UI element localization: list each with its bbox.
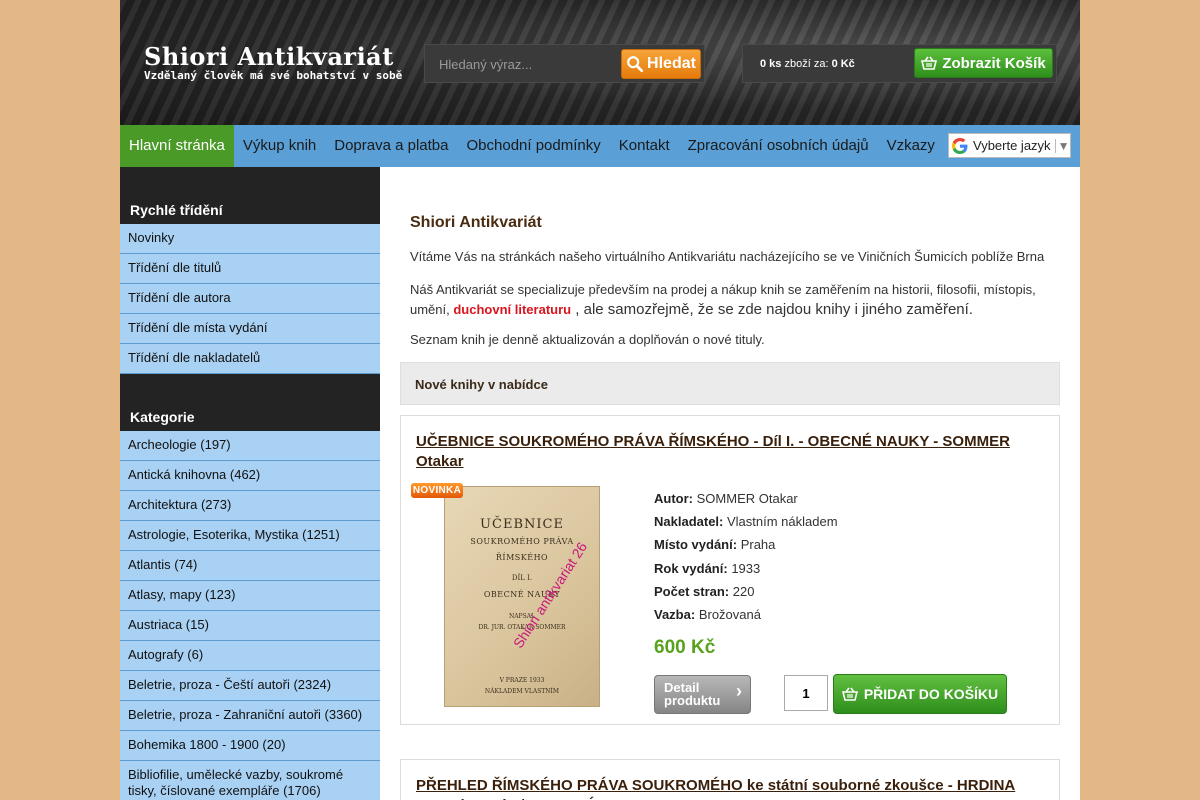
- search-input[interactable]: [431, 49, 617, 79]
- spec-author: Autor: SOMMER Otakar: [654, 487, 838, 510]
- search-box: Hledat: [424, 44, 705, 83]
- language-label: Vyberte jazyk: [973, 138, 1051, 153]
- sidebar: Rychlé třídění Novinky Třídění dle titul…: [120, 167, 380, 800]
- cart-total: 0 Kč: [831, 58, 855, 70]
- spec-value: Brožovaná: [698, 607, 761, 623]
- product-specs: Autor: SOMMER Otakar Nakladatel: Vlastní…: [654, 487, 838, 626]
- sidebar-item-category[interactable]: Archeologie (197): [120, 431, 380, 461]
- quantity-input[interactable]: [784, 675, 828, 711]
- logo-subtitle: Vzdělaný člověk má své bohatství v sobě: [144, 69, 403, 82]
- spec-label: Místo vydání:: [654, 537, 738, 553]
- sidebar-item-new[interactable]: Novinky: [120, 224, 380, 254]
- cover-text: NAPSAL: [508, 613, 536, 620]
- spec-value: 220: [732, 583, 755, 599]
- spec-label: Vazba:: [654, 607, 696, 623]
- spec-binding: Vazba: Brožovaná: [654, 603, 838, 626]
- product-card: PŘEHLED ŘÍMSKÉHO PRÁVA SOUKROMÉHO ke stá…: [400, 759, 1060, 800]
- show-cart-label: Zobrazit Košík: [942, 54, 1046, 72]
- sidebar-item-category[interactable]: Bohemika 1800 - 1900 (20): [120, 731, 380, 761]
- quick-sort-heading: Rychlé třídění: [120, 167, 380, 224]
- spec-value: SOMMER Otakar: [696, 491, 798, 506]
- spec-label: Rok vydání:: [654, 560, 728, 576]
- search-icon: [627, 56, 644, 73]
- sidebar-item-sort-title[interactable]: Třídění dle titulů: [120, 254, 380, 284]
- sidebar-item-category[interactable]: Atlantis (74): [120, 551, 380, 581]
- specialization-text: Náš Antikvariát se specializuje předevší…: [410, 280, 1055, 320]
- google-icon: [952, 137, 968, 154]
- sidebar-item-category[interactable]: Atlasy, mapy (123): [120, 581, 380, 611]
- header: Shiori Antikvariát Vzdělaný člověk má sv…: [120, 0, 1080, 125]
- cover-text: NÁKLADEM VLASTNÍM: [484, 688, 560, 695]
- add-to-cart-label: PŘIDAT DO KOŠÍKU: [863, 686, 999, 702]
- welcome-text: Vítáme Vás na stránkách našeho virtuální…: [410, 249, 1045, 264]
- sidebar-item-category[interactable]: Beletrie, proza - Zahraniční autoři (336…: [120, 701, 380, 731]
- sidebar-item-category[interactable]: Beletrie, proza - Čeští autoři (2324): [120, 671, 380, 701]
- spec-value: Praha: [740, 537, 776, 553]
- sidebar-item-category[interactable]: Architektura (273): [120, 491, 380, 521]
- cover-text: UČEBNICE: [480, 517, 564, 532]
- basket-icon: [841, 687, 858, 701]
- spec-value: Vlastním nákladem: [727, 514, 838, 530]
- product-title-link[interactable]: PŘEHLED ŘÍMSKÉHO PRÁVA SOUKROMÉHO ke stá…: [416, 776, 1046, 800]
- nav-item-contact[interactable]: Kontakt: [610, 125, 679, 167]
- sidebar-item-category[interactable]: Bibliofilie, umělecké vazby, soukromé ti…: [120, 761, 380, 800]
- sidebar-item-category[interactable]: Astrologie, Esoterika, Mystika (1251): [120, 521, 380, 551]
- spec-year: Rok vydání: 1933: [654, 557, 838, 580]
- sidebar-item-sort-author[interactable]: Třídění dle autora: [120, 284, 380, 314]
- search-button[interactable]: Hledat: [621, 49, 701, 79]
- add-to-cart-button[interactable]: PŘIDAT DO KOŠÍKU: [833, 674, 1007, 714]
- sidebar-item-category[interactable]: Austriaca (15): [120, 611, 380, 641]
- nav-item-home[interactable]: Hlavní stránka: [120, 125, 234, 167]
- sidebar-item-category[interactable]: Autografy (6): [120, 641, 380, 671]
- spec-value: 1933: [731, 560, 761, 576]
- specialization-text-end: , ale samozřejmě, že se zde najdou knihy…: [571, 301, 973, 318]
- main-content: Shiori Antikvariát Vítáme Vás na stránká…: [400, 167, 1060, 800]
- nav-item-terms[interactable]: Obchodní podmínky: [458, 125, 610, 167]
- nav-item-buyout[interactable]: Výkup knih: [234, 125, 325, 167]
- spec-label: Počet stran:: [654, 583, 730, 599]
- nav-item-privacy[interactable]: Zpracování osobních údajů: [679, 125, 878, 167]
- spec-label: Nakladatel:: [654, 514, 724, 530]
- spec-publisher: Nakladatel: Vlastním nákladem: [654, 510, 838, 533]
- product-price: 600 Kč: [654, 637, 716, 658]
- chevron-down-icon: ▼: [1054, 138, 1069, 153]
- cover-text: OBECNÉ NAUKY: [483, 590, 561, 599]
- spec-place: Místo vydání: Praha: [654, 533, 838, 556]
- logo-title[interactable]: Shiori Antikvariát: [144, 42, 394, 71]
- new-books-header: Nové knihy v nabídce: [400, 362, 1060, 405]
- cart-count: 0 ks: [760, 58, 782, 70]
- product-title-link[interactable]: UČEBNICE SOUKROMÉHO PRÁVA ŘÍMSKÉHO - Díl…: [416, 432, 1046, 472]
- sidebar-item-category[interactable]: Antická knihovna (462): [120, 461, 380, 491]
- sidebar-item-sort-place[interactable]: Třídění dle místa vydání: [120, 314, 380, 344]
- page-title: Shiori Antikvariát: [410, 214, 542, 231]
- new-badge: NOVINKA: [411, 483, 463, 498]
- cart-mid-text: zboží za:: [781, 58, 832, 70]
- nav-item-messages[interactable]: Vzkazy: [878, 125, 944, 167]
- product-detail-button[interactable]: Detail produktu ›: [654, 675, 751, 714]
- chevron-right-icon: ›: [736, 681, 742, 701]
- cart-summary: 0 ks zboží za: 0 Kč: [760, 58, 855, 70]
- nav-item-shipping[interactable]: Doprava a platba: [325, 125, 457, 167]
- basket-icon: [921, 56, 938, 70]
- spec-label: Autor:: [654, 491, 693, 506]
- update-text: Seznam knih je denně aktualizován a dopl…: [410, 332, 765, 347]
- page: Shiori Antikvariát Vzdělaný člověk má sv…: [120, 0, 1080, 800]
- cover-text: DÍL I.: [511, 574, 533, 582]
- main-nav: Hlavní stránka Výkup knih Doprava a plat…: [120, 125, 1080, 167]
- sidebar-item-sort-publisher[interactable]: Třídění dle nakladatelů: [120, 344, 380, 374]
- language-select[interactable]: Vyberte jazyk ▼: [948, 133, 1071, 158]
- cover-text: V PRAZE 1933: [499, 677, 545, 684]
- spiritual-literature-link[interactable]: duchovní literaturu: [453, 302, 571, 317]
- spec-pages: Počet stran: 220: [654, 580, 838, 603]
- product-card: UČEBNICE SOUKROMÉHO PRÁVA ŘÍMSKÉHO - Díl…: [400, 415, 1060, 725]
- categories-heading: Kategorie: [120, 374, 380, 431]
- product-image[interactable]: UČEBNICE SOUKROMÉHO PRÁVA ŘÍMSKÉHO DÍL I…: [444, 486, 600, 707]
- search-button-label: Hledat: [647, 55, 696, 72]
- show-cart-button[interactable]: Zobrazit Košík: [914, 48, 1053, 78]
- cart-box: 0 ks zboží za: 0 Kč Zobrazit Košík: [742, 44, 1057, 83]
